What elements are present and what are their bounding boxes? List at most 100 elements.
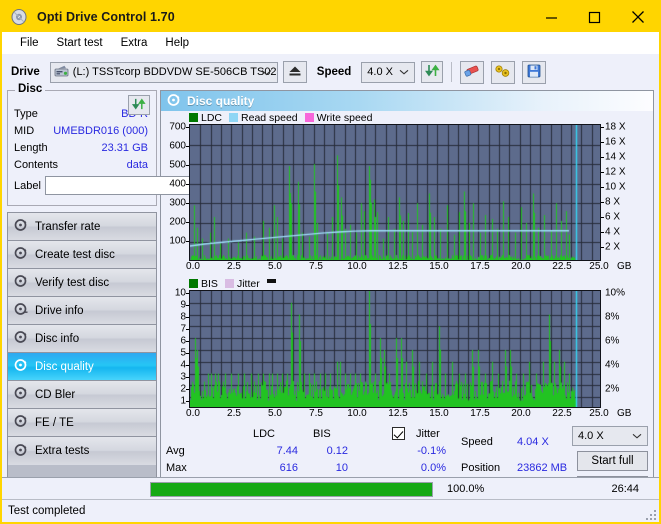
bis-y-axis: 10 9 8 7 6 5 4 3 2 1: [161, 288, 189, 408]
stats-jitter-max: 0.0%: [420, 462, 446, 474]
disc-contents-value: data: [126, 158, 148, 171]
close-icon[interactable]: [616, 2, 659, 32]
ldc-chart: LDC Read speed Write speed 700 600 500 4…: [161, 111, 653, 275]
panel-title: Disc quality: [187, 94, 255, 108]
stats-col-header-bis: BIS: [313, 428, 331, 440]
sidebar-item-disc-info[interactable]: Disc info: [8, 325, 156, 353]
status-text: Test completed: [8, 505, 86, 517]
save-button[interactable]: [522, 60, 547, 84]
sidebar-nav: Transfer rate Create test disc Verify te…: [7, 212, 157, 480]
refresh-icon: [131, 97, 146, 114]
legend-entry-read-speed: Read speed: [229, 112, 298, 124]
disc-label-label: Label: [14, 179, 41, 192]
menu-item-extra[interactable]: Extra: [112, 35, 157, 51]
sidebar-item-fe-te[interactable]: FE / TE: [8, 409, 156, 437]
refresh-button[interactable]: [421, 61, 444, 83]
eject-button[interactable]: [282, 61, 307, 83]
drive-select-value: (L:) TSSTcorp BDDVDW SE-506CB TS02: [72, 66, 277, 78]
position-stat-label: Position: [461, 462, 501, 474]
eject-icon: [288, 65, 302, 80]
speed-select[interactable]: 4.0 X: [361, 61, 416, 83]
erase-button[interactable]: [460, 60, 485, 84]
bis-x-unit: GB: [617, 408, 632, 419]
sidebar-item-create-test-disc[interactable]: Create test disc: [8, 241, 156, 269]
minimize-icon[interactable]: [530, 2, 573, 32]
stats-ldc-avg: 7.44: [276, 445, 298, 457]
maximize-icon[interactable]: [573, 2, 616, 32]
disc-test-icon: [14, 330, 28, 347]
disc-test-icon: [14, 218, 28, 235]
sidebar: Disc Type BD-R MID UMEBDR016 (000): [2, 83, 249, 506]
bis-y2-axis: 10% 8% 6% 4% 2%: [605, 287, 626, 395]
sidebar-item-disc-quality[interactable]: Disc quality: [8, 353, 156, 381]
ldc-plot-area[interactable]: [189, 124, 601, 261]
progress-bar-fill: [151, 482, 432, 496]
start-full-button[interactable]: Start full: [577, 451, 648, 471]
legend-entry-jitter: Jitter: [224, 278, 260, 290]
resize-grip[interactable]: [644, 508, 656, 520]
jitter-checkbox[interactable]: [392, 427, 405, 440]
progress-bar: [150, 481, 433, 497]
disc-info-group: Disc Type BD-R MID UMEBDR016 (000): [7, 83, 249, 206]
sidebar-item-cd-bler[interactable]: CD Bler: [8, 381, 156, 409]
speed-select-value: 4.0 X: [367, 66, 393, 78]
sidebar-item-transfer-rate[interactable]: Transfer rate: [8, 213, 156, 241]
sidebar-item-label: Create test disc: [35, 248, 115, 261]
ldc-y2-axis: 18 X 16 X 14 X 12 X 10 X 8 X 6 X 4 X 2 X: [601, 122, 635, 261]
bis-x-axis: 0.0 2.5 5.0 7.5 10.0 12.5 15.0 17.5 20.0…: [186, 408, 632, 419]
position-stat-value: 23862 MB: [517, 462, 568, 474]
stats-row-label-max: Max: [166, 462, 187, 474]
disc-test-icon: [14, 414, 28, 431]
app-window: Opti Drive Control 1.70 File Start test …: [0, 0, 661, 524]
bis-plot-area[interactable]: [189, 290, 601, 408]
test-speed-select[interactable]: 4.0 X: [572, 426, 648, 446]
drive-label: Drive: [11, 66, 40, 78]
menu-item-file[interactable]: File: [11, 35, 48, 51]
window-title: Opti Drive Control 1.70: [37, 10, 175, 24]
disc-test-icon: [14, 443, 28, 460]
legend-entry-ldc: LDC: [189, 112, 222, 124]
progress-elapsed: 26:44: [611, 483, 639, 495]
disc-row-contents: Contents data: [8, 156, 156, 173]
sidebar-item-drive-info[interactable]: Drive info: [8, 297, 156, 325]
ldc-y-axis: 700 600 500 400 300 200 100: [161, 122, 189, 261]
title-bar: Opti Drive Control 1.70: [2, 2, 659, 32]
disc-test-icon: [14, 358, 28, 375]
sidebar-item-extra-tests[interactable]: Extra tests: [8, 437, 156, 465]
stats-col-header-ldc: LDC: [253, 428, 276, 440]
sidebar-item-label: Disc quality: [35, 360, 94, 373]
cursor-marker-icon: [266, 278, 276, 283]
menu-item-help[interactable]: Help: [156, 35, 198, 51]
disc-refresh-button[interactable]: [128, 95, 150, 115]
status-bar: Test completed: [2, 499, 659, 522]
tools-button[interactable]: [491, 60, 516, 84]
stats-bis-max: 10: [335, 462, 348, 474]
sidebar-item-verify-test-disc[interactable]: Verify test disc: [8, 269, 156, 297]
ldc-x-axis: 0.0 2.5 5.0 7.5 10.0 12.5 15.0 17.5 20.0…: [186, 261, 632, 272]
sidebar-item-label: FE / TE: [35, 416, 74, 429]
chevron-down-icon: [632, 427, 642, 445]
legend-entry-bis: BIS: [189, 278, 218, 290]
bis-chart: BIS Jitter 10 9 8 7 6 5 4 3 2 1 10% 8% 6…: [161, 277, 653, 422]
window-controls: [530, 2, 659, 32]
legend-entry-write-speed: Write speed: [304, 112, 373, 124]
drive-select[interactable]: (L:) TSSTcorp BDDVDW SE-506CB TS02: [49, 61, 278, 83]
ldc-chart-legend: LDC Read speed Write speed: [161, 111, 653, 124]
disc-test-icon: [14, 386, 28, 403]
disc-icon: [11, 8, 29, 26]
stats-ldc-max: 616: [279, 462, 298, 474]
progress-percent: 100.0%: [447, 483, 485, 495]
ldc-x-unit: GB: [617, 261, 632, 272]
content-area: Disc Type BD-R MID UMEBDR016 (000): [2, 83, 659, 506]
disc-quality-icon: [167, 93, 181, 110]
disc-test-icon: [14, 274, 28, 291]
stats-row-label-avg: Avg: [166, 445, 185, 457]
menu-item-start-test[interactable]: Start test: [48, 35, 112, 51]
refresh-icon: [424, 63, 440, 81]
disc-contents-label: Contents: [14, 158, 59, 171]
progress-row: 100.0% 26:44: [2, 477, 659, 500]
save-icon: [527, 64, 541, 81]
jitter-label: Jitter: [416, 428, 440, 440]
sidebar-item-label: Extra tests: [35, 445, 90, 457]
disc-row-length: Length 23.31 GB: [8, 139, 156, 156]
